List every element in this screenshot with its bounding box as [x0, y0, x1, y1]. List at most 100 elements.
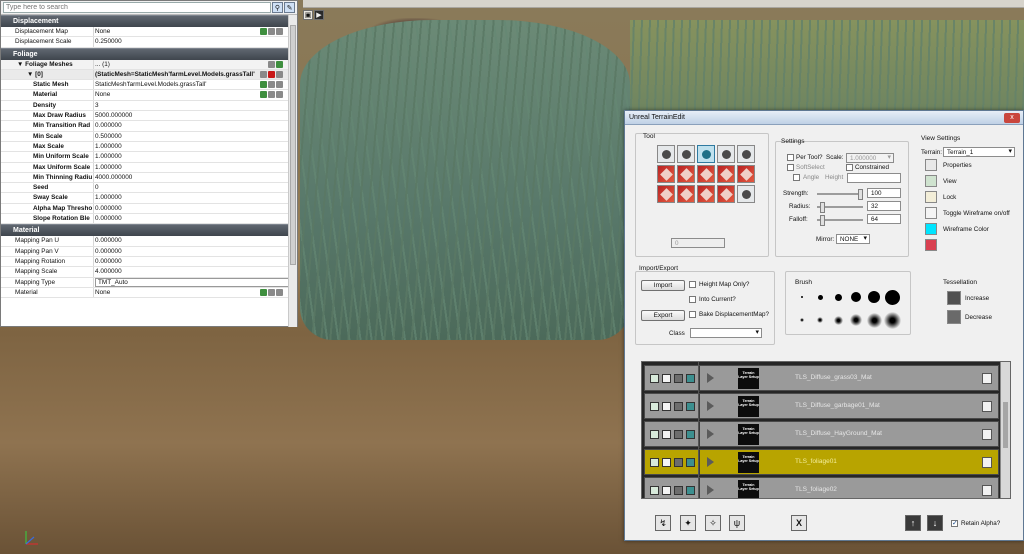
- property-value[interactable]: 5000.000000: [93, 111, 297, 121]
- browse-icon[interactable]: [268, 81, 275, 89]
- property-value[interactable]: 0.000000: [93, 203, 297, 214]
- property-row[interactable]: Static Mesh StaticMesh'farmLevel.Models.g…: [1, 80, 297, 91]
- brush-soft-2[interactable]: [811, 311, 829, 329]
- add-foliage-icon[interactable]: ψ: [729, 515, 745, 531]
- layer-properties-icon[interactable]: [982, 373, 992, 384]
- foliage-index-row[interactable]: ▼ [0] (StaticMesh=StaticMesh'farmLevel.M…: [1, 69, 297, 81]
- export-button[interactable]: Export: [641, 310, 685, 321]
- tool-value-field[interactable]: 0: [671, 238, 725, 248]
- property-value[interactable]: 4.000000: [93, 267, 297, 277]
- rotate-tool-icon[interactable]: [737, 185, 755, 203]
- view-item-properties[interactable]: Properties: [943, 162, 972, 169]
- select-checkbox[interactable]: [662, 486, 671, 495]
- radius-slider[interactable]: [817, 202, 863, 213]
- texturize-tool-icon[interactable]: [677, 185, 695, 203]
- property-row[interactable]: Mapping Pan U 0.000000: [1, 236, 297, 247]
- category-foliage[interactable]: Foliage: [1, 47, 297, 60]
- brush-hard-6[interactable]: [883, 288, 901, 306]
- split-tool-icon[interactable]: [717, 185, 735, 203]
- brush-hard-5[interactable]: [865, 288, 883, 306]
- property-value[interactable]: 0.500000: [93, 131, 297, 141]
- brush-soft-1[interactable]: [793, 311, 811, 329]
- height-field[interactable]: [847, 173, 901, 183]
- property-value[interactable]: 0.000000: [93, 256, 297, 267]
- clear-icon[interactable]: [276, 28, 283, 35]
- use-selected-icon[interactable]: [260, 288, 267, 296]
- window-titlebar[interactable]: Unreal TerrainEdit x: [625, 111, 1023, 125]
- delete-icon[interactable]: [268, 70, 275, 78]
- browse-icon[interactable]: [268, 288, 275, 296]
- soft-select-checkbox[interactable]: [787, 164, 794, 171]
- brush-hard-1[interactable]: [793, 288, 811, 306]
- visibility-tool-icon[interactable]: [677, 165, 695, 183]
- use-selected-icon[interactable]: [260, 28, 267, 35]
- move-down-button[interactable]: ↓: [927, 515, 943, 531]
- search-input[interactable]: [3, 2, 271, 13]
- property-value[interactable]: 0.000000: [93, 246, 297, 256]
- bake-displacement-checkbox[interactable]: [689, 311, 696, 318]
- constrained-checkbox[interactable]: [846, 164, 853, 171]
- property-value[interactable]: 4000.000000: [93, 172, 297, 183]
- property-row[interactable]: Displacement Map None: [1, 27, 297, 38]
- mapping-type-dropdown[interactable]: TMT_Auto: [95, 277, 289, 287]
- wireframe-color-swatch[interactable]: [925, 223, 937, 235]
- select-checkbox[interactable]: [662, 458, 671, 467]
- layer-properties-icon[interactable]: [982, 457, 992, 468]
- property-row[interactable]: Mapping Rotation 0.000000: [1, 256, 297, 268]
- lock-icon[interactable]: [674, 402, 683, 411]
- lock-icon[interactable]: [674, 458, 683, 467]
- expand-arrow-icon[interactable]: [707, 401, 714, 411]
- clear-icon[interactable]: [276, 91, 283, 99]
- terrain-dropdown[interactable]: Terrain_1: [943, 147, 1015, 157]
- erode-tool-icon[interactable]: [657, 185, 675, 203]
- view-item-wireframe-color[interactable]: Wireframe Color: [943, 226, 989, 233]
- property-value[interactable]: 1.000000: [93, 141, 297, 152]
- increase-tessellation-icon[interactable]: [947, 291, 961, 305]
- brush-soft-3[interactable]: [829, 311, 847, 329]
- property-value[interactable]: 1.000000: [93, 162, 297, 172]
- lock-icon[interactable]: [925, 191, 937, 203]
- paint-tool-icon[interactable]: [657, 145, 675, 163]
- mirror-dropdown[interactable]: NONE: [836, 234, 870, 244]
- wireframe-icon[interactable]: [686, 402, 695, 411]
- layers-scrollbar[interactable]: [1000, 362, 1010, 498]
- search-icon[interactable]: ⚲: [272, 2, 283, 13]
- layer-properties-icon[interactable]: [982, 429, 992, 440]
- properties-scrollbar[interactable]: [288, 15, 297, 327]
- property-row[interactable]: Seed 0: [1, 183, 297, 194]
- texture-pan-icon[interactable]: [737, 165, 755, 183]
- remove-icon[interactable]: [925, 239, 937, 251]
- property-row[interactable]: Max Scale 1.000000: [1, 141, 297, 153]
- property-row[interactable]: Min Thinning Radiu 4000.000000: [1, 172, 297, 184]
- strength-field[interactable]: 100: [867, 188, 901, 198]
- property-row[interactable]: Max Uniform Scale 1.000000: [1, 162, 297, 173]
- view-item-wireframe-toggle[interactable]: Toggle Wireframe on/off: [943, 210, 1010, 217]
- decrease-tessellation-icon[interactable]: [947, 310, 961, 324]
- property-value[interactable]: TMT_Auto: [93, 277, 297, 287]
- property-row[interactable]: Slope Rotation Ble 0.000000: [1, 214, 297, 225]
- wireframe-toggle-icon[interactable]: [925, 207, 937, 219]
- delete-layer-button[interactable]: X: [791, 515, 807, 531]
- visibility-icon[interactable]: [650, 486, 659, 495]
- property-row[interactable]: Min Scale 0.500000: [1, 131, 297, 142]
- browse-icon[interactable]: [268, 91, 275, 99]
- property-row[interactable]: Alpha Map Thresho 0.000000: [1, 203, 297, 215]
- clear-icon[interactable]: [276, 81, 283, 89]
- use-selected-icon[interactable]: [260, 91, 267, 99]
- select-checkbox[interactable]: [662, 430, 671, 439]
- brush-soft-6[interactable]: [883, 311, 901, 329]
- wireframe-icon[interactable]: [686, 430, 695, 439]
- falloff-field[interactable]: 64: [867, 214, 901, 224]
- property-value[interactable]: 3: [93, 100, 297, 111]
- lock-icon[interactable]: [674, 430, 683, 439]
- visibility-icon[interactable]: [650, 430, 659, 439]
- wireframe-icon[interactable]: [686, 486, 695, 495]
- scrollbar-thumb[interactable]: [290, 25, 296, 265]
- expand-arrow-icon[interactable]: [707, 373, 714, 383]
- falloff-knob[interactable]: [820, 215, 825, 226]
- property-value[interactable]: 0: [93, 183, 297, 193]
- wireframe-icon[interactable]: [686, 374, 695, 383]
- per-tool-checkbox[interactable]: [787, 154, 794, 161]
- average-tool-icon[interactable]: [717, 165, 735, 183]
- import-button[interactable]: Import: [641, 280, 685, 291]
